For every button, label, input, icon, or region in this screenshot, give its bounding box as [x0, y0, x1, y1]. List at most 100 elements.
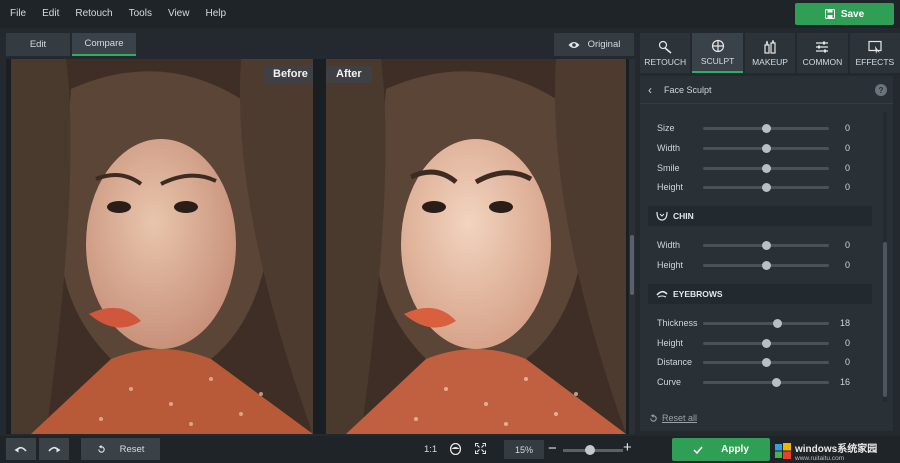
slider-value: 0 — [844, 163, 850, 173]
menu-edit[interactable]: Edit — [34, 0, 67, 28]
bottom-toolbar: Reset 1:1 15% − + Apply windows系统家园 www.… — [0, 436, 900, 463]
original-button[interactable]: Original — [554, 33, 634, 56]
slider-knob[interactable] — [762, 123, 771, 133]
chin-icon — [656, 211, 668, 221]
menu-view[interactable]: View — [160, 0, 198, 28]
slider-row-smile: Smile 0 — [640, 159, 880, 177]
slider-knob[interactable] — [762, 260, 771, 270]
section-eyebrows[interactable]: EYEBROWS — [648, 284, 872, 304]
tab-makeup[interactable]: MAKEUP — [744, 33, 796, 73]
tab-retouch[interactable]: RETOUCH — [640, 33, 691, 73]
portrait-before-image — [11, 59, 313, 434]
slider-knob[interactable] — [772, 377, 782, 387]
slider-label: Distance — [657, 357, 693, 367]
slider-value: 0 — [844, 240, 850, 250]
slider-value: 16 — [839, 377, 850, 387]
slider-track[interactable] — [703, 163, 829, 173]
slider-row-curve: Curve 16 — [640, 373, 880, 391]
watermark-url: www.ruitaitu.com — [795, 454, 845, 462]
slider-track[interactable] — [703, 182, 829, 192]
reset-all-link[interactable]: Reset all — [649, 413, 697, 423]
apply-button[interactable]: Apply — [672, 438, 770, 461]
section-chin[interactable]: CHIN — [648, 206, 872, 226]
makeup-icon — [764, 39, 776, 54]
tab-sculpt[interactable]: SCULPT — [692, 33, 743, 73]
zoom-level[interactable]: 15% — [504, 440, 544, 459]
back-chevron-icon[interactable]: ‹ — [648, 83, 652, 97]
zoom-in-button[interactable]: + — [623, 439, 632, 456]
reset-button[interactable]: Reset — [81, 438, 160, 460]
after-photo: After — [326, 59, 626, 434]
fit-screen-icon[interactable] — [475, 443, 486, 454]
slider-label: Height — [657, 260, 684, 270]
watermark: windows系统家园 www.ruitaitu.com — [775, 438, 900, 463]
slider-track[interactable] — [703, 377, 829, 387]
slider-knob[interactable] — [762, 143, 771, 153]
undo-icon — [14, 446, 27, 452]
slider-track[interactable] — [703, 260, 829, 270]
canvas-scrollbar[interactable] — [629, 59, 635, 434]
slider-value: 0 — [844, 357, 850, 367]
slider-row-size: Size 0 — [640, 119, 880, 137]
watermark-text: windows系统家园 — [795, 443, 878, 455]
slider-row-thickness: Thickness 18 — [640, 314, 880, 332]
slider-knob[interactable] — [762, 338, 771, 348]
before-label: Before — [263, 66, 313, 83]
redo-icon — [48, 446, 61, 452]
eye-icon — [568, 41, 580, 48]
canvas-scroll-thumb[interactable] — [630, 235, 634, 295]
slider-knob[interactable] — [762, 182, 771, 192]
zoom-knob[interactable] — [585, 445, 595, 455]
tab-sculpt-label: SCULPT — [700, 55, 735, 66]
slider-track[interactable] — [703, 240, 829, 250]
slider-knob[interactable] — [762, 240, 771, 250]
panel-header: ‹ Face Sculpt ? — [640, 76, 893, 104]
tab-effects[interactable]: EFFECTS — [849, 33, 900, 73]
tool-tabs: RETOUCH SCULPT MAKEUP COMMON EFFECTS — [640, 33, 900, 73]
slider-track[interactable] — [703, 123, 829, 133]
section-chin-title: CHIN — [673, 211, 694, 221]
slider-track[interactable] — [703, 357, 829, 367]
slider-knob[interactable] — [773, 318, 783, 328]
floppy-icon — [824, 9, 835, 19]
menu-retouch[interactable]: Retouch — [67, 0, 120, 28]
original-label: Original — [587, 39, 621, 50]
undo-button[interactable] — [6, 438, 36, 460]
check-icon — [693, 446, 703, 454]
compare-canvas[interactable]: Before After — [6, 59, 635, 434]
panel-scrollbar[interactable] — [883, 112, 887, 402]
menu-tools[interactable]: Tools — [121, 0, 160, 28]
actual-size-button[interactable]: 1:1 — [424, 444, 437, 455]
view-tabs: Edit Compare — [6, 33, 136, 56]
redo-button[interactable] — [39, 438, 69, 460]
help-icon[interactable]: ? — [875, 84, 887, 96]
slider-track[interactable] — [703, 338, 829, 348]
tab-retouch-label: RETOUCH — [644, 56, 687, 67]
zoom-out-button[interactable]: − — [548, 440, 557, 457]
slider-track[interactable] — [703, 318, 829, 328]
slider-label: Curve — [657, 377, 682, 387]
before-photo: Before — [11, 59, 313, 434]
menu-help[interactable]: Help — [197, 0, 234, 28]
panel-scroll-thumb[interactable] — [883, 242, 887, 397]
slider-row-chin-width: Width 0 — [640, 236, 880, 254]
portrait-after-image — [326, 59, 626, 434]
tab-compare[interactable]: Compare — [72, 33, 136, 56]
save-button[interactable]: Save — [795, 3, 894, 25]
slider-knob[interactable] — [762, 163, 771, 173]
effects-icon — [868, 40, 882, 54]
slider-value: 0 — [844, 123, 850, 133]
slider-track[interactable] — [703, 143, 829, 153]
retouch-icon — [659, 40, 672, 54]
face-detect-icon[interactable] — [450, 443, 461, 455]
reset-label: Reset — [119, 443, 145, 455]
tab-common[interactable]: COMMON — [797, 33, 848, 73]
slider-label: Width — [657, 240, 681, 250]
tab-edit[interactable]: Edit — [6, 33, 70, 56]
sliders-icon — [816, 41, 829, 52]
slider-value: 18 — [839, 318, 850, 328]
slider-value: 0 — [844, 182, 850, 192]
menu-file[interactable]: File — [0, 0, 34, 28]
slider-knob[interactable] — [762, 357, 771, 367]
slider-label: Size — [657, 123, 675, 133]
